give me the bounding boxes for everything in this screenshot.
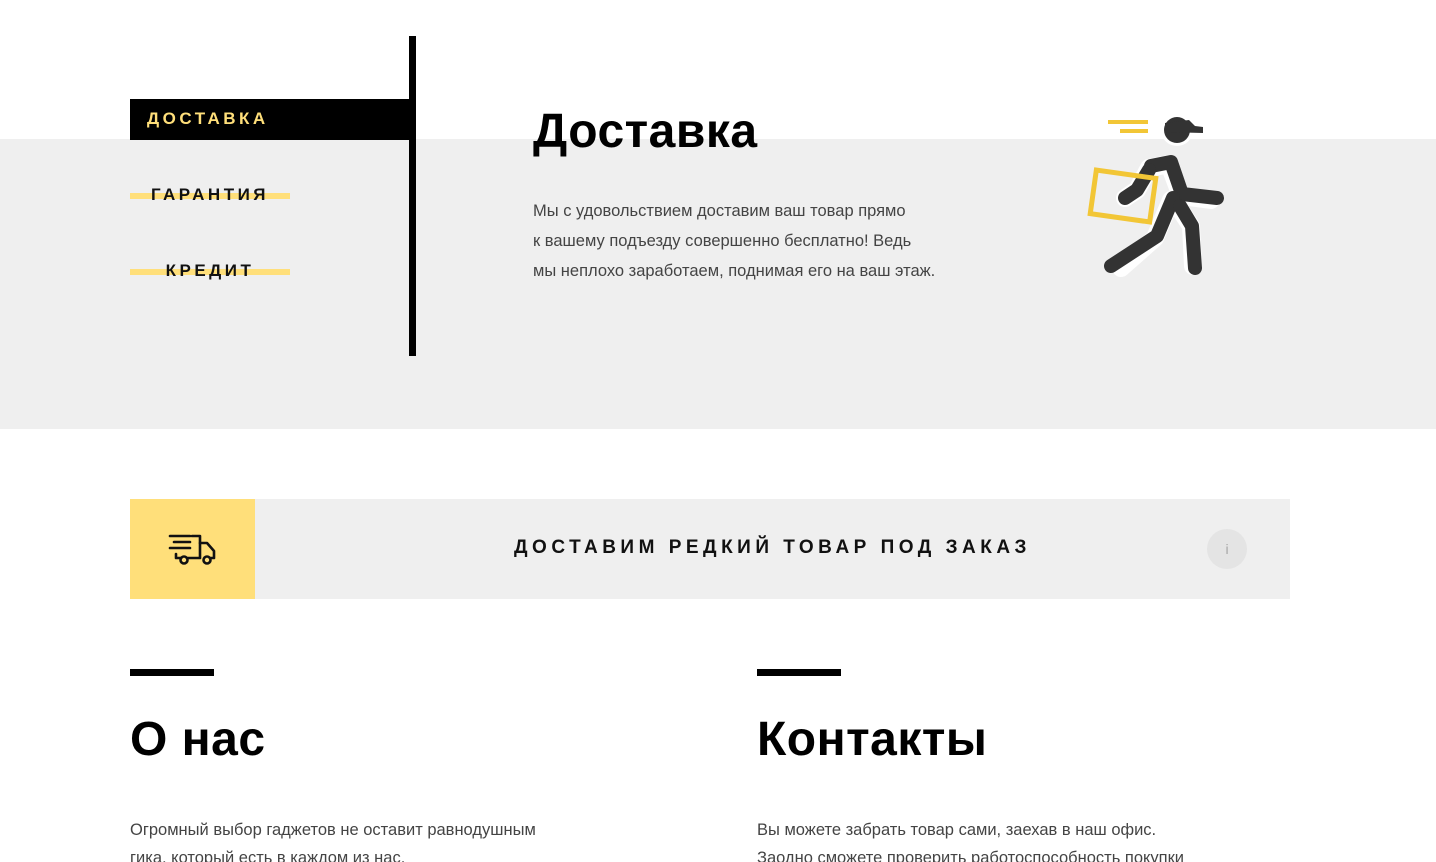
info-button[interactable]: i [1207,529,1247,569]
hero-line: к вашему подъезду совершенно бесплатно! … [533,232,912,250]
tab-label: Доставка [147,109,269,128]
contacts-title: Контакты [757,713,988,766]
contacts-line: Заодно сможете проверить работоспособнос… [757,849,1185,862]
banner-icon-box [130,499,255,599]
hero-description: Мы с удовольствием доставим ваш товар пр… [533,196,1003,286]
about-title: О нас [130,713,266,766]
tab-label: Гарантия [150,185,270,204]
hero-line: Мы с удовольствием доставим ваш товар пр… [533,202,906,220]
hero-line: мы неплохо заработаем, поднимая его на в… [533,262,936,280]
contacts-line: Вы можете забрать товар сами, заехав в н… [757,821,1157,839]
delivery-truck-icon [168,534,216,565]
tab-dostavka[interactable]: Доставка [130,99,412,140]
about-line: Огромный выбор гаджетов не оставит равно… [130,821,536,839]
about-text: Огромный выбор гаджетов не оставит равно… [130,816,650,862]
rare-goods-banner[interactable]: Доставим редкий товар под заказ i [130,499,1290,599]
tab-kredit[interactable]: Кредит [130,260,290,282]
contacts-accent-bar [757,669,841,676]
banner-title: Доставим редкий товар под заказ [514,537,1031,558]
tab-garantiya[interactable]: Гарантия [130,184,290,206]
running-courier-icon [1085,108,1235,283]
tabs-divider [409,36,416,356]
tab-label: Кредит [165,261,255,280]
hero-title: Доставка [533,105,758,158]
about-line: гика, который есть в каждом из нас. [130,849,406,862]
about-accent-bar [130,669,214,676]
contacts-text: Вы можете забрать товар сами, заехав в н… [757,816,1277,862]
